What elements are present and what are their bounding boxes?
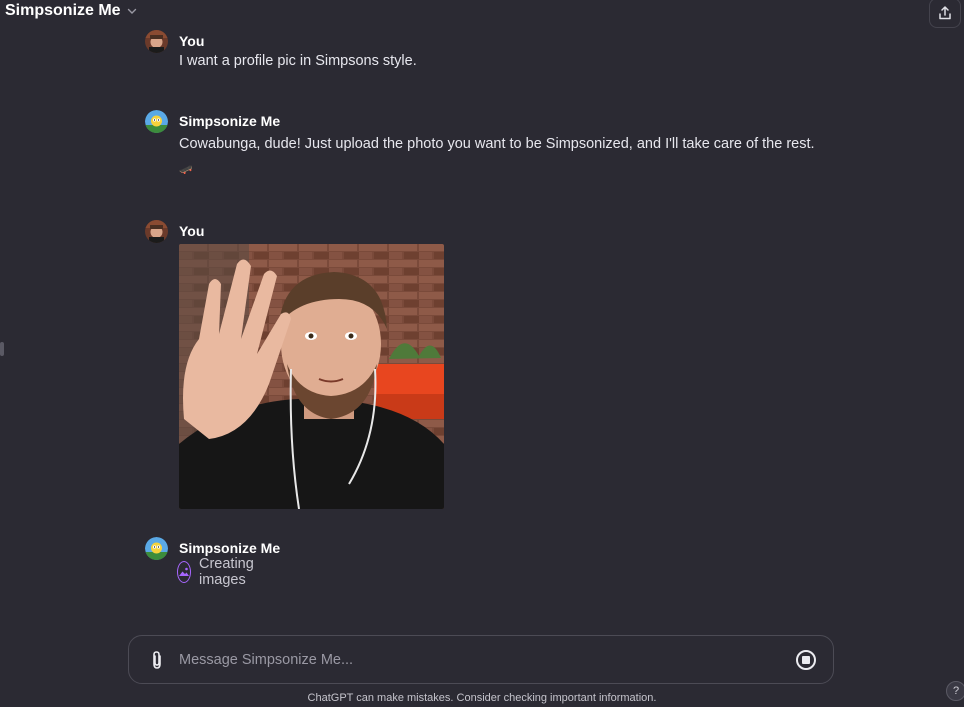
sidebar-toggle-handle[interactable]: [0, 342, 4, 356]
disclaimer-text: ChatGPT can make mistakes. Consider chec…: [307, 692, 657, 704]
gpt-title: Simpsonize Me: [5, 2, 121, 19]
help-button[interactable]: ?: [946, 681, 964, 701]
stop-icon: [802, 656, 810, 664]
user-avatar: [145, 220, 168, 243]
message-input[interactable]: [179, 648, 779, 672]
paperclip-icon: [153, 651, 161, 669]
message-composer: [128, 635, 834, 684]
header: Simpsonize Me: [0, 0, 964, 28]
image-gen-icon: [177, 561, 191, 583]
uploaded-photo[interactable]: [179, 244, 444, 509]
gpt-switcher[interactable]: Simpsonize Me: [5, 2, 137, 20]
creating-status: Creating images: [177, 556, 262, 588]
simpsonize-avatar: [145, 537, 168, 560]
simpsonize-avatar: [145, 110, 168, 133]
user-avatar: [145, 30, 168, 53]
share-upload-icon: [939, 6, 951, 20]
message-author: Simpsonize Me: [179, 540, 281, 556]
message-author: Simpsonize Me: [179, 113, 281, 129]
skateboard-emoji: 🛹: [179, 164, 193, 176]
chevron-down-icon: [127, 8, 136, 14]
message-text: Cowabunga, dude! Just upload the photo y…: [179, 136, 815, 152]
share-button[interactable]: [929, 0, 961, 28]
message-author: You: [179, 223, 205, 239]
message-text: I want a profile pic in Simpsons style.: [179, 53, 417, 69]
creating-text: Creating images: [199, 556, 254, 588]
message-author: You: [179, 33, 205, 49]
stop-generating-button[interactable]: [796, 650, 816, 670]
attach-button[interactable]: [147, 649, 167, 671]
